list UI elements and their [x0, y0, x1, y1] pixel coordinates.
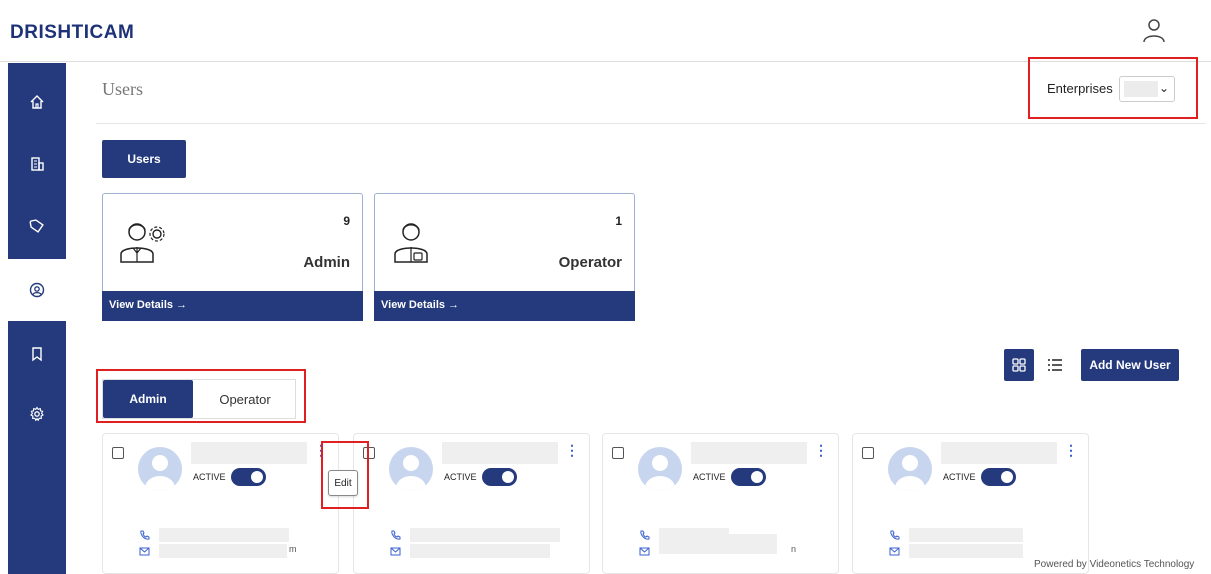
phone-icon	[640, 530, 650, 540]
sidebar-item-sites[interactable]	[8, 133, 66, 195]
avatar-icon	[389, 447, 433, 491]
more-options-icon[interactable]: ⋮	[565, 443, 579, 457]
more-options-icon[interactable]: ⋮	[814, 443, 828, 457]
admin-count: 9	[343, 214, 350, 228]
user-checkbox[interactable]	[112, 447, 124, 459]
phone-icon	[140, 530, 150, 540]
user-name	[941, 442, 1057, 464]
status-label: ACTIVE	[693, 472, 726, 482]
email-tail: m	[289, 544, 297, 554]
sidebar-item-tags[interactable]	[8, 195, 66, 257]
divider	[96, 123, 1206, 124]
operator-label: Operator	[558, 254, 622, 271]
top-bar: DRISHTICAM	[0, 0, 1211, 62]
user-card: ⋮ ACTIVE	[353, 433, 590, 574]
admin-stat-card: 9 Admin View Details →	[102, 193, 363, 321]
mail-icon	[139, 547, 150, 556]
status-label: ACTIVE	[444, 472, 477, 482]
add-new-user-button[interactable]: Add New User	[1081, 349, 1179, 381]
list-icon	[1048, 359, 1062, 371]
mail-icon	[390, 547, 401, 556]
active-toggle[interactable]	[231, 468, 266, 486]
user-checkbox[interactable]	[612, 447, 624, 459]
highlight-edit	[321, 441, 369, 509]
admin-view-details[interactable]: View Details →	[102, 291, 363, 321]
user-card: ⋮ ACTIVE	[852, 433, 1089, 574]
tag-icon	[29, 219, 44, 233]
phone-value	[909, 528, 1023, 542]
more-options-icon[interactable]: ⋮	[1064, 443, 1078, 457]
user-circle-icon	[29, 282, 45, 298]
sidebar-item-bookmarks[interactable]	[8, 323, 66, 385]
avatar-icon	[888, 447, 932, 491]
user-profile-icon[interactable]	[1142, 17, 1166, 43]
tab-users[interactable]: Users	[102, 140, 186, 178]
page-title: Users	[102, 79, 143, 99]
phone-icon	[391, 530, 401, 540]
user-name	[442, 442, 558, 464]
user-name	[691, 442, 807, 464]
avatar-icon	[638, 447, 682, 491]
email-value	[909, 544, 1023, 558]
gear-icon	[30, 406, 44, 422]
building-icon	[31, 157, 44, 171]
app-logo: DRISHTICAM	[10, 22, 135, 43]
active-toggle[interactable]	[981, 468, 1016, 486]
admin-user-gear-icon	[120, 223, 165, 263]
list-view-button[interactable]	[1040, 349, 1070, 381]
grid-view-button[interactable]	[1004, 349, 1034, 381]
sidebar-item-users[interactable]	[8, 259, 66, 321]
mail-icon	[889, 547, 900, 556]
phone-icon	[890, 530, 900, 540]
user-checkbox[interactable]	[862, 447, 874, 459]
highlight-segment	[96, 369, 306, 423]
email-value	[659, 534, 777, 554]
email-tail: n	[791, 544, 797, 554]
powered-by-text: Powered by Videonetics Technology	[1034, 559, 1195, 570]
sidebar-item-home[interactable]	[8, 71, 66, 133]
email-value	[159, 544, 287, 558]
highlight-enterprise	[1028, 57, 1198, 119]
phone-value	[410, 528, 560, 542]
avatar-icon	[138, 447, 182, 491]
email-value	[410, 544, 550, 558]
bookmark-icon	[32, 347, 42, 362]
user-card: ⋮ ACTIVE m	[102, 433, 339, 574]
operator-count: 1	[615, 214, 622, 228]
status-label: ACTIVE	[193, 472, 226, 482]
operator-user-icon	[394, 223, 428, 263]
admin-label: Admin	[303, 254, 350, 271]
phone-value	[159, 528, 289, 542]
grid-icon	[1012, 358, 1026, 372]
sidebar-item-settings[interactable]	[8, 383, 66, 445]
main-content: Users Enterprises ⌄ Users 9 Admin View D…	[66, 57, 1211, 574]
user-card: ⋮ ACTIVE n	[602, 433, 839, 574]
sidebar	[8, 63, 66, 574]
operator-stat-card: 1 Operator View Details →	[374, 193, 635, 321]
home-icon	[30, 95, 44, 109]
active-toggle[interactable]	[731, 468, 766, 486]
mail-icon	[639, 547, 650, 556]
operator-view-details[interactable]: View Details →	[374, 291, 635, 321]
status-label: ACTIVE	[943, 472, 976, 482]
active-toggle[interactable]	[482, 468, 517, 486]
user-name	[191, 442, 307, 464]
